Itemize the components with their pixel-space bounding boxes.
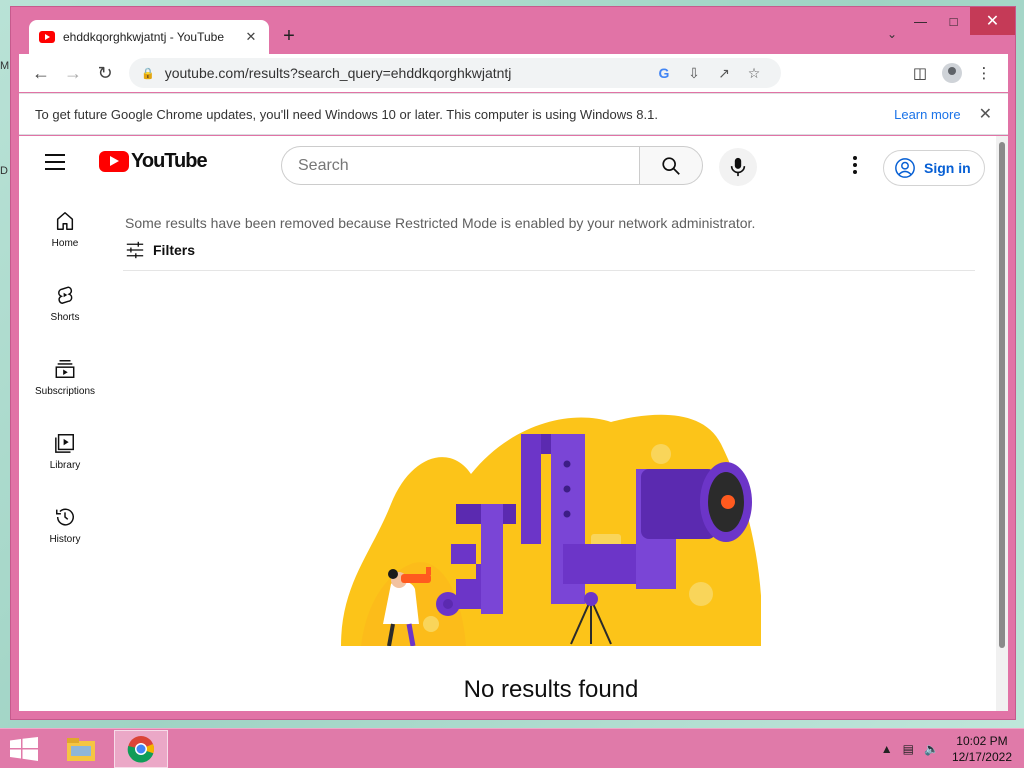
windows-start-icon[interactable] (10, 737, 38, 761)
taskbar-clock[interactable]: 10:02 PM 12/17/2022 (952, 733, 1012, 765)
guide-item-subscriptions[interactable]: Subscriptions (19, 340, 111, 414)
back-button[interactable]: ← (25, 57, 57, 89)
browser-toolbar: ← → ↻ 🔒 youtube.com/results?search_query… (19, 54, 1008, 92)
youtube-favicon-icon (39, 31, 55, 43)
tab-close-icon[interactable]: ✕ (243, 29, 259, 45)
search-input[interactable] (298, 156, 639, 175)
taskbar-file-explorer[interactable] (54, 730, 108, 768)
update-infobar: To get future Google Chrome updates, you… (19, 93, 1008, 135)
install-app-icon[interactable]: ⇩ (679, 65, 709, 82)
tab-title: ehddkqorghkwjatntj - YouTube (63, 30, 225, 44)
infobar-close-icon[interactable]: ✕ (979, 104, 992, 124)
menu-hamburger-icon[interactable] (45, 154, 65, 170)
chrome-icon (127, 736, 155, 763)
youtube-header: YouTube Search Sign in (19, 136, 996, 192)
clock-date: 12/17/2022 (951, 750, 1012, 764)
filters-sliders-icon (126, 241, 144, 259)
guide-item-library[interactable]: Library (19, 414, 111, 488)
bookmark-star-icon[interactable]: ☆ (739, 65, 769, 82)
browser-tab[interactable]: ehddkqorghkwjatntj - YouTube ✕ (29, 20, 269, 54)
clock-time: 10:02 PM (956, 734, 1008, 748)
close-window-button[interactable]: ✕ (970, 7, 1015, 35)
show-hidden-icons-chevron-up-icon[interactable]: ▲ (881, 742, 893, 756)
desktop-icon-edge-2[interactable]: D (0, 165, 8, 177)
library-icon (55, 433, 74, 453)
volume-icon[interactable]: 🔈 (924, 742, 939, 756)
address-bar[interactable]: 🔒 youtube.com/results?search_query=ehddk… (129, 58, 781, 88)
page-scrollbar[interactable] (996, 136, 1008, 711)
youtube-play-logo-icon (99, 151, 129, 172)
url-text[interactable]: youtube.com/results?search_query=ehddkqo… (165, 65, 649, 81)
maximize-button[interactable]: □ (937, 7, 970, 35)
youtube-wordmark: YouTube (131, 150, 208, 172)
scrollbar-thumb[interactable] (999, 142, 1005, 648)
filters-button[interactable]: Filters (125, 241, 195, 259)
google-translate-icon[interactable]: G (649, 65, 679, 81)
windows-taskbar: ▲ ▤ 🔈 10:02 PM 12/17/2022 (0, 728, 1024, 768)
guide-label-subscriptions: Subscriptions (34, 385, 96, 397)
history-icon (56, 508, 74, 525)
guide-item-history[interactable]: History (19, 488, 111, 562)
sign-in-button[interactable]: Sign in (883, 150, 985, 186)
settings-more-icon[interactable] (845, 152, 865, 178)
no-results-telescope-illustration (341, 414, 761, 646)
restricted-mode-notice: Some results have been removed because R… (125, 215, 756, 231)
chrome-menu-icon[interactable]: ⋮ (968, 58, 1000, 88)
side-panel-icon[interactable]: ◫ (904, 58, 936, 88)
learn-more-link[interactable]: Learn more (894, 107, 960, 122)
new-tab-button[interactable]: + (277, 25, 301, 48)
guide-label-history: History (49, 533, 81, 545)
profile-avatar[interactable] (936, 58, 968, 88)
window-controls: — □ ✕ (904, 7, 1015, 35)
filters-label: Filters (153, 242, 196, 258)
guide-label-library: Library (49, 459, 81, 471)
results-divider (123, 270, 975, 271)
guide-label-home: Home (51, 237, 79, 249)
subscriptions-icon (55, 359, 75, 378)
share-icon[interactable]: ↗ (709, 65, 739, 82)
guide-item-shorts[interactable]: Shorts (19, 266, 111, 340)
youtube-page: YouTube Search Sign in Home Shorts Subsc… (19, 136, 1008, 711)
home-icon (56, 211, 74, 230)
tab-search-chevron-down-icon[interactable]: ⌄ (887, 27, 897, 41)
account-circle-icon (895, 158, 915, 178)
voice-search-button[interactable] (719, 148, 757, 186)
guide-label-shorts: Shorts (50, 311, 80, 323)
sign-in-label: Sign in (924, 160, 971, 176)
forward-button[interactable]: → (57, 57, 89, 89)
shorts-icon (58, 285, 73, 304)
desktop-icon-edge[interactable]: M (0, 60, 9, 72)
guide-item-home[interactable]: Home (19, 192, 111, 266)
toolbar-right: ◫ ⋮ (904, 58, 1000, 88)
folder-icon (67, 738, 95, 761)
system-tray: ▲ ▤ 🔈 10:02 PM 12/17/2022 (876, 729, 1024, 768)
reload-button[interactable]: ↻ (89, 57, 121, 89)
search-button[interactable] (639, 146, 703, 185)
youtube-logo[interactable]: YouTube (99, 150, 208, 173)
taskbar-chrome[interactable] (114, 730, 168, 768)
mini-guide: Home Shorts Subscriptions Library Histor… (19, 192, 111, 562)
infobar-message: To get future Google Chrome updates, you… (35, 106, 658, 122)
minimize-button[interactable]: — (904, 7, 937, 35)
search-box[interactable] (281, 146, 639, 185)
lock-icon[interactable]: 🔒 (141, 67, 155, 80)
no-results-message: No results found (463, 676, 639, 703)
microphone-icon (730, 157, 746, 177)
chrome-window: — □ ✕ ehddkqorghkwjatntj - YouTube ✕ + ⌄… (10, 6, 1016, 720)
network-icon[interactable]: ▤ (903, 742, 914, 756)
search-icon (662, 156, 680, 175)
